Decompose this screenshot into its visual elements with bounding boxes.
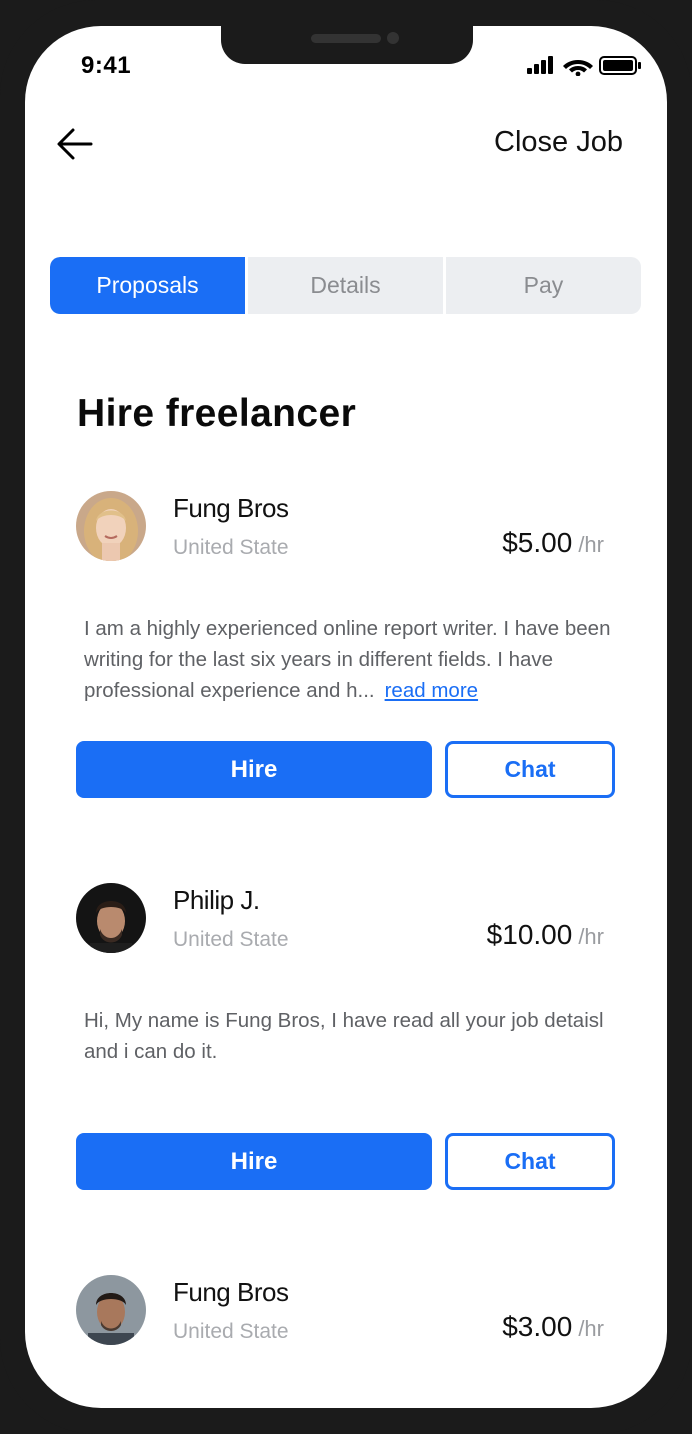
arrow-left-icon	[57, 128, 93, 160]
freelancer-card: Fung Bros United State $5.00/hr I am a h…	[76, 491, 616, 801]
notch	[221, 26, 473, 64]
proposal-description: I am a highly experienced online report …	[84, 613, 614, 706]
description-text: Hi, My name is Fung Bros, I have read al…	[84, 1009, 604, 1063]
chat-button[interactable]: Chat	[445, 1133, 615, 1190]
freelancer-location: United State	[173, 928, 289, 951]
camera	[387, 32, 399, 44]
freelancer-location: United State	[173, 1320, 289, 1343]
signal-icon	[527, 56, 553, 74]
hourly-rate: $3.00/hr	[502, 1311, 604, 1343]
rate-unit: /hr	[578, 532, 604, 557]
freelancer-card: Fung Bros United State $3.00/hr	[76, 1275, 616, 1395]
freelancer-location: United State	[173, 536, 289, 559]
tab-pay[interactable]: Pay	[446, 257, 641, 314]
freelancer-card: Philip J. United State $10.00/hr Hi, My …	[76, 883, 616, 1193]
rate-unit: /hr	[578, 1316, 604, 1341]
close-job-button[interactable]: Close Job	[494, 126, 623, 159]
hourly-rate: $5.00/hr	[502, 527, 604, 559]
proposal-description: Hi, My name is Fung Bros, I have read al…	[84, 1005, 614, 1067]
status-icons	[523, 54, 643, 77]
freelancer-name: Fung Bros	[173, 493, 289, 523]
phone-frame: 9:41 Close Job Proposals Details Pay Hir…	[0, 0, 692, 1434]
status-time: 9:41	[81, 52, 132, 79]
rate-unit: /hr	[578, 924, 604, 949]
tab-details[interactable]: Details	[248, 257, 446, 314]
description-text: I am a highly experienced online report …	[84, 617, 611, 702]
tab-bar: Proposals Details Pay	[50, 257, 641, 314]
hire-button[interactable]: Hire	[76, 741, 432, 798]
rate-amount: $10.00	[486, 919, 573, 950]
read-more-link[interactable]: read more	[385, 679, 478, 702]
avatar[interactable]	[76, 1275, 146, 1345]
hire-button[interactable]: Hire	[76, 1133, 432, 1190]
rate-amount: $3.00	[502, 1311, 573, 1342]
tab-proposals[interactable]: Proposals	[50, 257, 248, 314]
freelancer-name: Fung Bros	[173, 1277, 289, 1307]
chat-button[interactable]: Chat	[445, 741, 615, 798]
speaker	[311, 34, 381, 43]
page-title: Hire freelancer	[77, 392, 357, 435]
avatar[interactable]	[76, 883, 146, 953]
battery-icon	[599, 56, 641, 75]
back-button[interactable]	[55, 124, 95, 164]
avatar[interactable]	[76, 491, 146, 561]
wifi-icon	[563, 60, 593, 77]
freelancer-name: Philip J.	[173, 885, 260, 915]
hourly-rate: $10.00/hr	[487, 919, 604, 951]
rate-amount: $5.00	[502, 527, 573, 558]
screen: 9:41 Close Job Proposals Details Pay Hir…	[25, 26, 667, 1408]
